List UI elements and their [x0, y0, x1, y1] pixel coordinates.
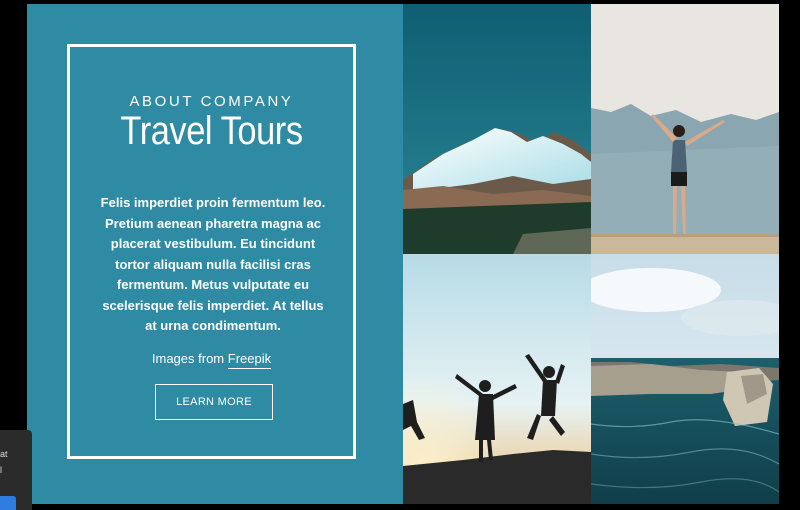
learn-more-button[interactable]: LEARN MORE	[155, 384, 273, 420]
about-panel: ABOUT COMPANY Travel Tours Felis imperdi…	[27, 4, 403, 504]
freepik-link[interactable]: Freepik	[227, 351, 272, 369]
toast-line: l	[0, 465, 2, 475]
toast-text: at l	[0, 446, 10, 478]
about-description-line: Felis imperdiet proin fermentum leo.	[100, 195, 326, 210]
toast-line: at	[0, 449, 8, 459]
about-frame: ABOUT COMPANY Travel Tours Felis imperdi…	[67, 44, 356, 459]
sea-cliffs-photo	[591, 254, 779, 504]
about-description-line: Pretium aenean pharetra magna ac	[104, 215, 322, 231]
snowy-mountain-photo	[403, 4, 591, 254]
image-credit-prefix: Images from	[151, 351, 228, 366]
woman-arms-raised-photo	[591, 4, 779, 254]
about-description-line: placerat vestibulum. Eu tincidunt	[110, 236, 316, 251]
about-description-line: scelerisque felis imperdiet. At tellus	[102, 297, 324, 313]
notification-toast: at l	[0, 430, 32, 510]
about-eyebrow: ABOUT COMPANY	[129, 93, 294, 110]
about-description-line: fermentum. Metus vulputate eu	[116, 277, 310, 292]
about-description-line: tortor aliquam nulla facilisi cras	[115, 256, 311, 272]
about-description-line: at urna condimentum.	[145, 318, 281, 333]
about-title: Travel Tours	[120, 109, 303, 153]
about-description: Felis imperdiet proin fermentum leo. Pre…	[90, 193, 336, 337]
friends-jumping-sunset-photo	[403, 254, 591, 504]
toast-action-button[interactable]	[0, 496, 16, 510]
about-section: ABOUT COMPANY Travel Tours Felis imperdi…	[27, 4, 779, 504]
image-credit: Images from Freepik	[70, 351, 353, 369]
